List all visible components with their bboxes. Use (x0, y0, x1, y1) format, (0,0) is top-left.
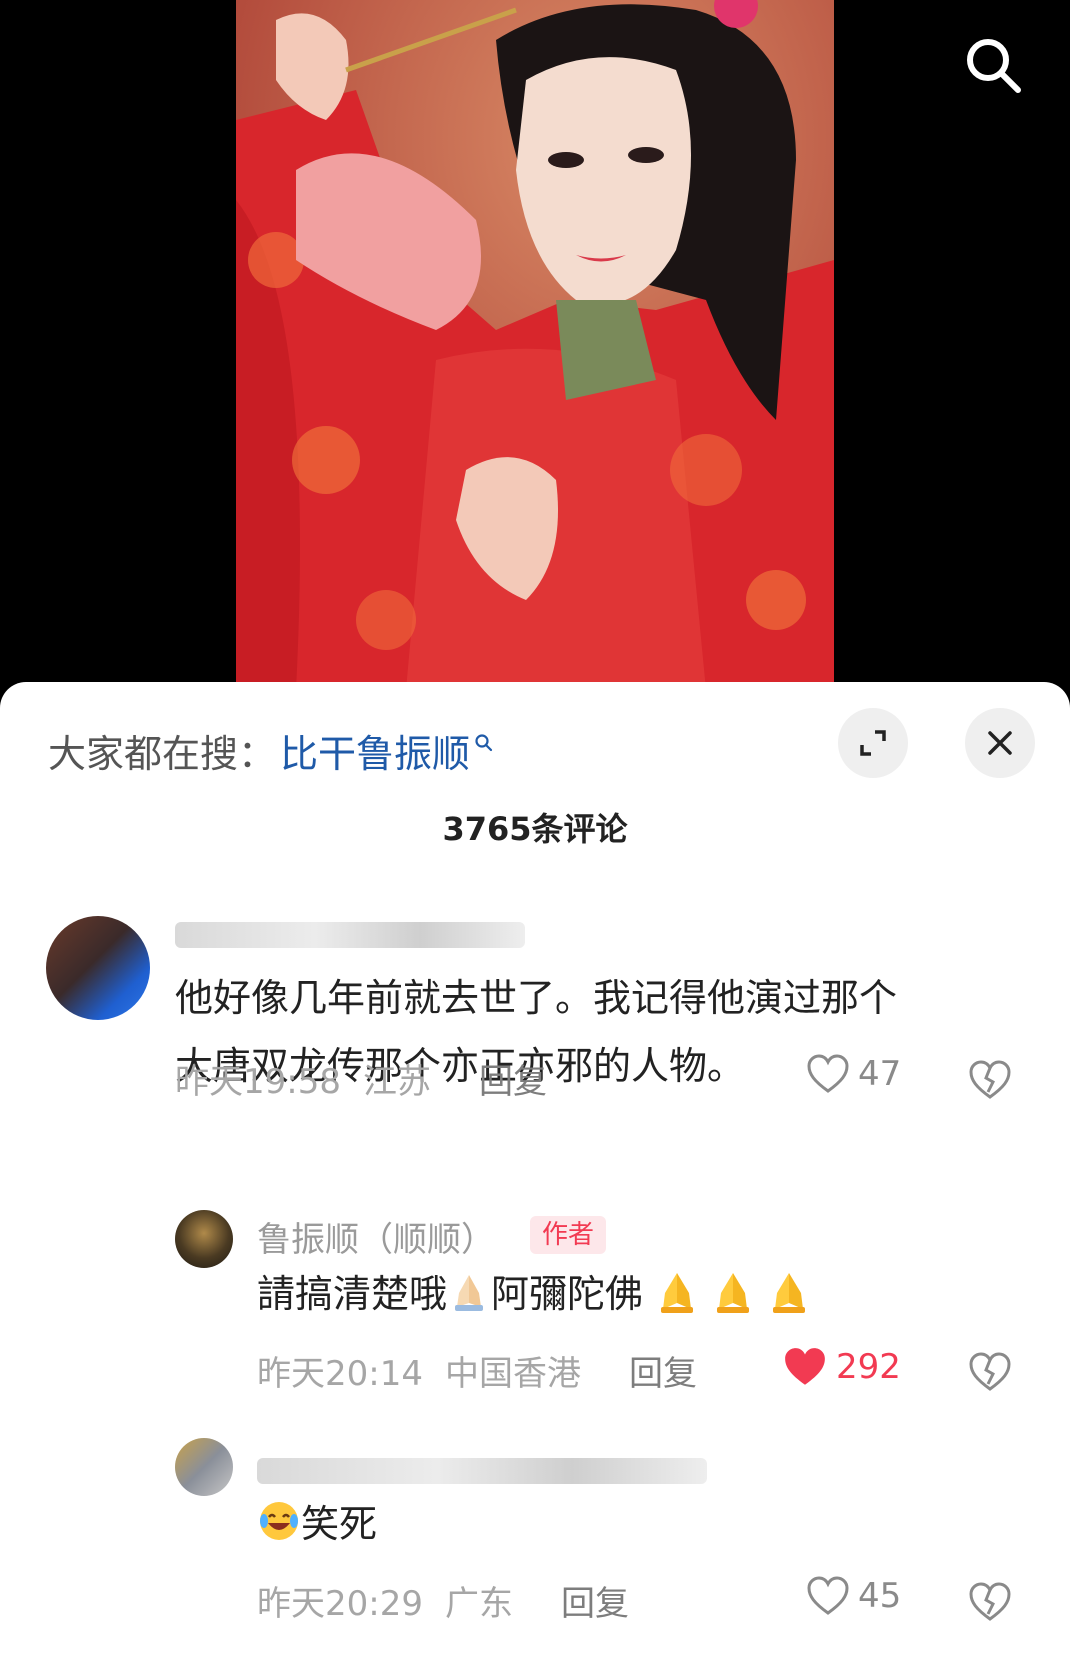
comment-time: 昨天20:14 (257, 1354, 423, 1394)
comment-time: 昨天20:29 (257, 1584, 423, 1624)
comment-text: 請搞清楚哦 阿彌陀佛 (257, 1260, 811, 1328)
heart-icon (807, 1054, 849, 1093)
close-icon (988, 731, 1012, 755)
like-button[interactable]: 47 (806, 1054, 901, 1094)
comment-meta: 昨天19:58 江苏 回复 (175, 1054, 547, 1103)
costume-portrait-image (236, 0, 834, 690)
trending-term[interactable]: 比干鲁振顺 (280, 723, 470, 778)
comment-time: 昨天19:58 (175, 1062, 341, 1102)
comment-sheet: 大家都在搜： 比干鲁振顺 3765条评论 他好像几年前就去世了。我记得他演过那个… (0, 682, 1070, 1666)
laughing-crying-emoji-icon (260, 1502, 298, 1540)
comment-text: 笑死 (257, 1490, 377, 1558)
broken-heart-icon (969, 1060, 1011, 1099)
author-badge: 作者 (530, 1216, 607, 1254)
comment-text-line: 他好像几年前就去世了。我记得他演过那个 (175, 976, 898, 1020)
folded-hands-emoji-icon (661, 1273, 694, 1313)
comment-screen: 大家都在搜： 比干鲁振顺 3765条评论 他好像几年前就去世了。我记得他演过那个… (0, 0, 1070, 1666)
comment-count: 3765条评论 (442, 810, 628, 848)
avatar[interactable] (46, 916, 150, 1020)
search-icon (967, 39, 1021, 93)
expand-button[interactable] (838, 708, 908, 778)
reply-button[interactable]: 回复 (479, 1054, 547, 1103)
reply-button[interactable]: 回复 (629, 1346, 697, 1395)
post-photo (236, 0, 834, 690)
folded-hands-emoji-icon (773, 1273, 806, 1313)
comment-location: 中国香港 (444, 1354, 581, 1394)
like-count: 47 (858, 1054, 902, 1094)
dislike-button[interactable] (968, 1060, 1012, 1104)
reply-button[interactable]: 回复 (561, 1576, 629, 1625)
avatar[interactable] (175, 1210, 233, 1268)
folded-hands-emoji-icon (717, 1273, 750, 1313)
trending-prefix: 大家都在搜： (48, 731, 277, 776)
like-count: 292 (836, 1347, 901, 1387)
search-button[interactable] (958, 30, 1030, 102)
username-blurred[interactable] (175, 922, 525, 948)
close-button[interactable] (965, 708, 1035, 778)
avatar[interactable] (175, 1438, 233, 1496)
username-blurred[interactable] (257, 1458, 707, 1484)
comment-text-part: 笑死 (301, 1502, 378, 1546)
like-button[interactable]: 45 (806, 1576, 901, 1616)
author-username[interactable]: 鲁振顺（顺顺） (257, 1212, 495, 1261)
broken-heart-icon (969, 1352, 1011, 1391)
search-icon (475, 734, 493, 752)
expand-icon (860, 730, 886, 756)
comment-text-part: 請搞清楚哦 (257, 1272, 448, 1316)
broken-heart-icon (969, 1582, 1011, 1621)
dislike-button[interactable] (968, 1582, 1012, 1626)
folded-hands-emoji-icon (455, 1275, 484, 1311)
comment-text-part: 阿彌陀佛 (491, 1272, 644, 1316)
heart-filled-icon (785, 1348, 825, 1385)
comment-meta: 昨天20:29 广东 回复 (257, 1576, 629, 1625)
comment-location: 广东 (444, 1584, 513, 1624)
heart-icon (807, 1576, 849, 1615)
like-button[interactable]: 292 (782, 1346, 901, 1388)
dislike-button[interactable] (968, 1352, 1012, 1396)
comment-location: 江苏 (362, 1062, 431, 1102)
video-area[interactable] (0, 0, 1070, 700)
trending-search[interactable]: 大家都在搜： 比干鲁振顺 (48, 720, 494, 780)
comment-meta: 昨天20:14 中国香港 回复 (257, 1346, 697, 1395)
like-count: 45 (858, 1576, 902, 1616)
